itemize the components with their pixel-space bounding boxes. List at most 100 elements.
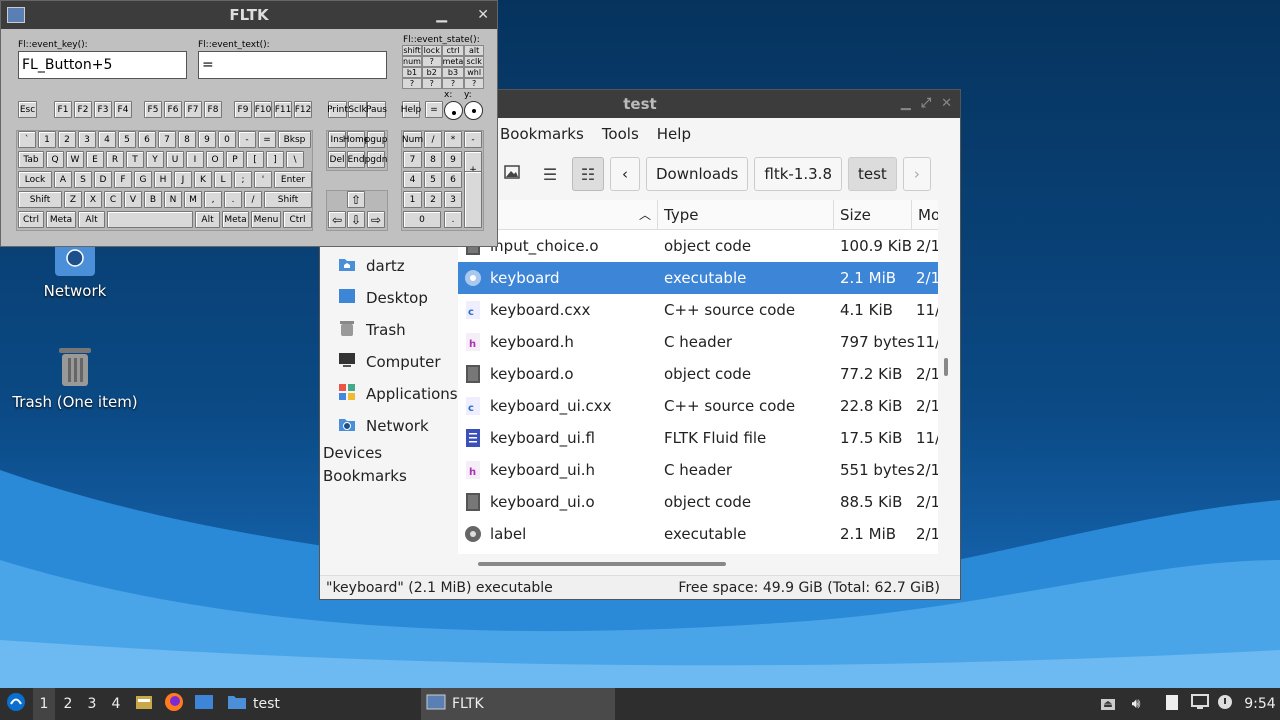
- key-row2-13[interactable]: \: [286, 151, 304, 168]
- key-row5-6[interactable]: Menu: [251, 211, 281, 228]
- key-row1-5[interactable]: 5: [118, 131, 136, 148]
- vertical-scrollbar[interactable]: [944, 358, 948, 376]
- mouse-x-dial[interactable]: [444, 101, 463, 120]
- key-row2-4[interactable]: R: [106, 151, 124, 168]
- key-row3-7[interactable]: J: [174, 171, 192, 188]
- key-fn-4[interactable]: F4: [114, 101, 132, 118]
- sidebar-item-applications[interactable]: Applications: [320, 378, 458, 410]
- key-fn-13[interactable]: Print: [327, 101, 348, 118]
- key-row1-1[interactable]: 1: [38, 131, 56, 148]
- key-fn-8[interactable]: F8: [204, 101, 222, 118]
- sidebar-item-trash[interactable]: Trash: [320, 314, 458, 346]
- key-row2-10[interactable]: P: [226, 151, 244, 168]
- file-row[interactable]: keyboard_ui.fl FLTK Fluid file 17.5 KiB 11/: [458, 422, 938, 454]
- key-row4-9[interactable]: .: [224, 191, 242, 208]
- key-row1-7[interactable]: 7: [158, 131, 176, 148]
- key-row4-4[interactable]: V: [124, 191, 142, 208]
- tray-volume[interactable]: 🔊︎: [1126, 688, 1146, 720]
- tray-notifications[interactable]: [1216, 688, 1234, 720]
- workspace-3[interactable]: 3: [81, 688, 103, 720]
- key-nav-3[interactable]: Del: [328, 151, 346, 168]
- key-row3-8[interactable]: K: [194, 171, 212, 188]
- arrow-up-key[interactable]: ⇧: [347, 191, 365, 208]
- key-row5-4[interactable]: Alt: [195, 211, 220, 228]
- key-row1-2[interactable]: 2: [58, 131, 76, 148]
- arrow-down-key[interactable]: ⇩: [347, 211, 365, 228]
- column-type[interactable]: Type: [658, 200, 834, 229]
- key-fn-0[interactable]: Esc: [18, 101, 37, 118]
- devices-header[interactable]: Devices: [320, 442, 458, 465]
- breadcrumb-forward-button[interactable]: ›: [902, 157, 931, 191]
- sidebar-item-computer[interactable]: Computer: [320, 346, 458, 378]
- compact-view-button[interactable]: ☰: [534, 157, 566, 191]
- file-row[interactable]: c keyboard.cxx C++ source code 4.1 KiB 11/: [458, 294, 938, 326]
- key-row2-0[interactable]: Tab: [18, 151, 44, 168]
- key-nav-4[interactable]: End: [347, 151, 365, 168]
- breadcrumb-test[interactable]: test: [848, 157, 897, 191]
- key-numpad-0[interactable]: Num: [402, 131, 423, 148]
- desktop-launcher[interactable]: [193, 688, 215, 720]
- key-row3-1[interactable]: A: [54, 171, 72, 188]
- minimize-icon[interactable]: ▁: [901, 90, 911, 118]
- show-desktop-button[interactable]: [133, 688, 155, 720]
- key-row2-2[interactable]: W: [66, 151, 84, 168]
- key-numpad-3[interactable]: -: [464, 131, 482, 148]
- key-fn-9[interactable]: F9: [234, 101, 252, 118]
- key-space[interactable]: [107, 211, 193, 228]
- key-numpad-13[interactable]: 3: [444, 191, 462, 208]
- key-row4-0[interactable]: Shift: [18, 191, 62, 208]
- key-numpad-enter[interactable]: [464, 171, 482, 228]
- key-fn-1[interactable]: F1: [54, 101, 72, 118]
- key-row3-0[interactable]: Lock: [18, 171, 52, 188]
- key-row1-10[interactable]: 0: [218, 131, 236, 148]
- key-fn-10[interactable]: F10: [254, 101, 272, 118]
- key-fn-11[interactable]: F11: [274, 101, 292, 118]
- key-row3-9[interactable]: L: [214, 171, 232, 188]
- key-row2-7[interactable]: U: [166, 151, 184, 168]
- menu-help[interactable]: Help: [657, 120, 691, 148]
- file-row[interactable]: label executable 2.1 MiB 2/1: [458, 518, 938, 550]
- file-row[interactable]: c keyboard_ui.cxx C++ source code 22.8 KiB 2…: [458, 390, 938, 422]
- key-fn-6[interactable]: F6: [164, 101, 182, 118]
- desktop-icon-trash[interactable]: Trash (One item): [5, 345, 145, 411]
- key-fn-3[interactable]: F3: [94, 101, 112, 118]
- mouse-y-dial[interactable]: [464, 101, 483, 120]
- key-row1-3[interactable]: 3: [78, 131, 96, 148]
- breadcrumb-downloads[interactable]: Downloads: [646, 157, 749, 191]
- key-row4-11[interactable]: Shift: [264, 191, 312, 208]
- key-fn-14[interactable]: Sclk: [348, 101, 367, 118]
- key-row2-3[interactable]: E: [86, 151, 104, 168]
- key-row1-11[interactable]: -: [238, 131, 256, 148]
- menu-bookmarks[interactable]: Bookmarks: [500, 120, 584, 148]
- firefox-launcher[interactable]: [163, 688, 185, 720]
- key-numpad-10[interactable]: 6: [444, 171, 462, 188]
- key-numpad-14[interactable]: 0: [403, 211, 441, 228]
- horizontal-scrollbar[interactable]: [478, 562, 726, 566]
- key-row3-10[interactable]: ;: [234, 171, 252, 188]
- desktop-icon-network[interactable]: Network: [5, 240, 145, 300]
- clock[interactable]: 9:54: [1242, 688, 1278, 720]
- key-row5-2[interactable]: Alt: [78, 211, 105, 228]
- file-row[interactable]: input_choice.o object code 100.9 KiB 2/1: [458, 230, 938, 262]
- task-test[interactable]: test: [224, 688, 414, 720]
- breadcrumb-back-button[interactable]: ‹: [610, 157, 640, 191]
- arrow-right-key[interactable]: ⇨: [367, 211, 385, 228]
- key-numpad-9[interactable]: 5: [424, 171, 442, 188]
- workspace-4[interactable]: 4: [105, 688, 127, 720]
- event-key-field[interactable]: FL_Button+5: [18, 51, 187, 79]
- thumbnail-view-button[interactable]: [496, 157, 528, 191]
- key-row2-6[interactable]: Y: [146, 151, 164, 168]
- key-numpad-6[interactable]: 9: [444, 151, 462, 168]
- close-icon[interactable]: ✕: [941, 90, 952, 118]
- column-modified[interactable]: Mo: [912, 200, 938, 229]
- key-row1-0[interactable]: `: [18, 131, 36, 148]
- menu-tools[interactable]: Tools: [602, 120, 639, 148]
- key-row1-6[interactable]: 6: [138, 131, 156, 148]
- event-text-field[interactable]: =: [198, 51, 387, 79]
- tray-updates[interactable]: ⏏: [1098, 688, 1118, 720]
- key-row1-4[interactable]: 4: [98, 131, 116, 148]
- maximize-icon[interactable]: ⤢: [921, 90, 931, 118]
- bookmarks-header[interactable]: Bookmarks: [320, 465, 458, 488]
- file-row[interactable]: h keyboard.h C header 797 bytes 11/: [458, 326, 938, 358]
- key-fn-7[interactable]: F7: [184, 101, 202, 118]
